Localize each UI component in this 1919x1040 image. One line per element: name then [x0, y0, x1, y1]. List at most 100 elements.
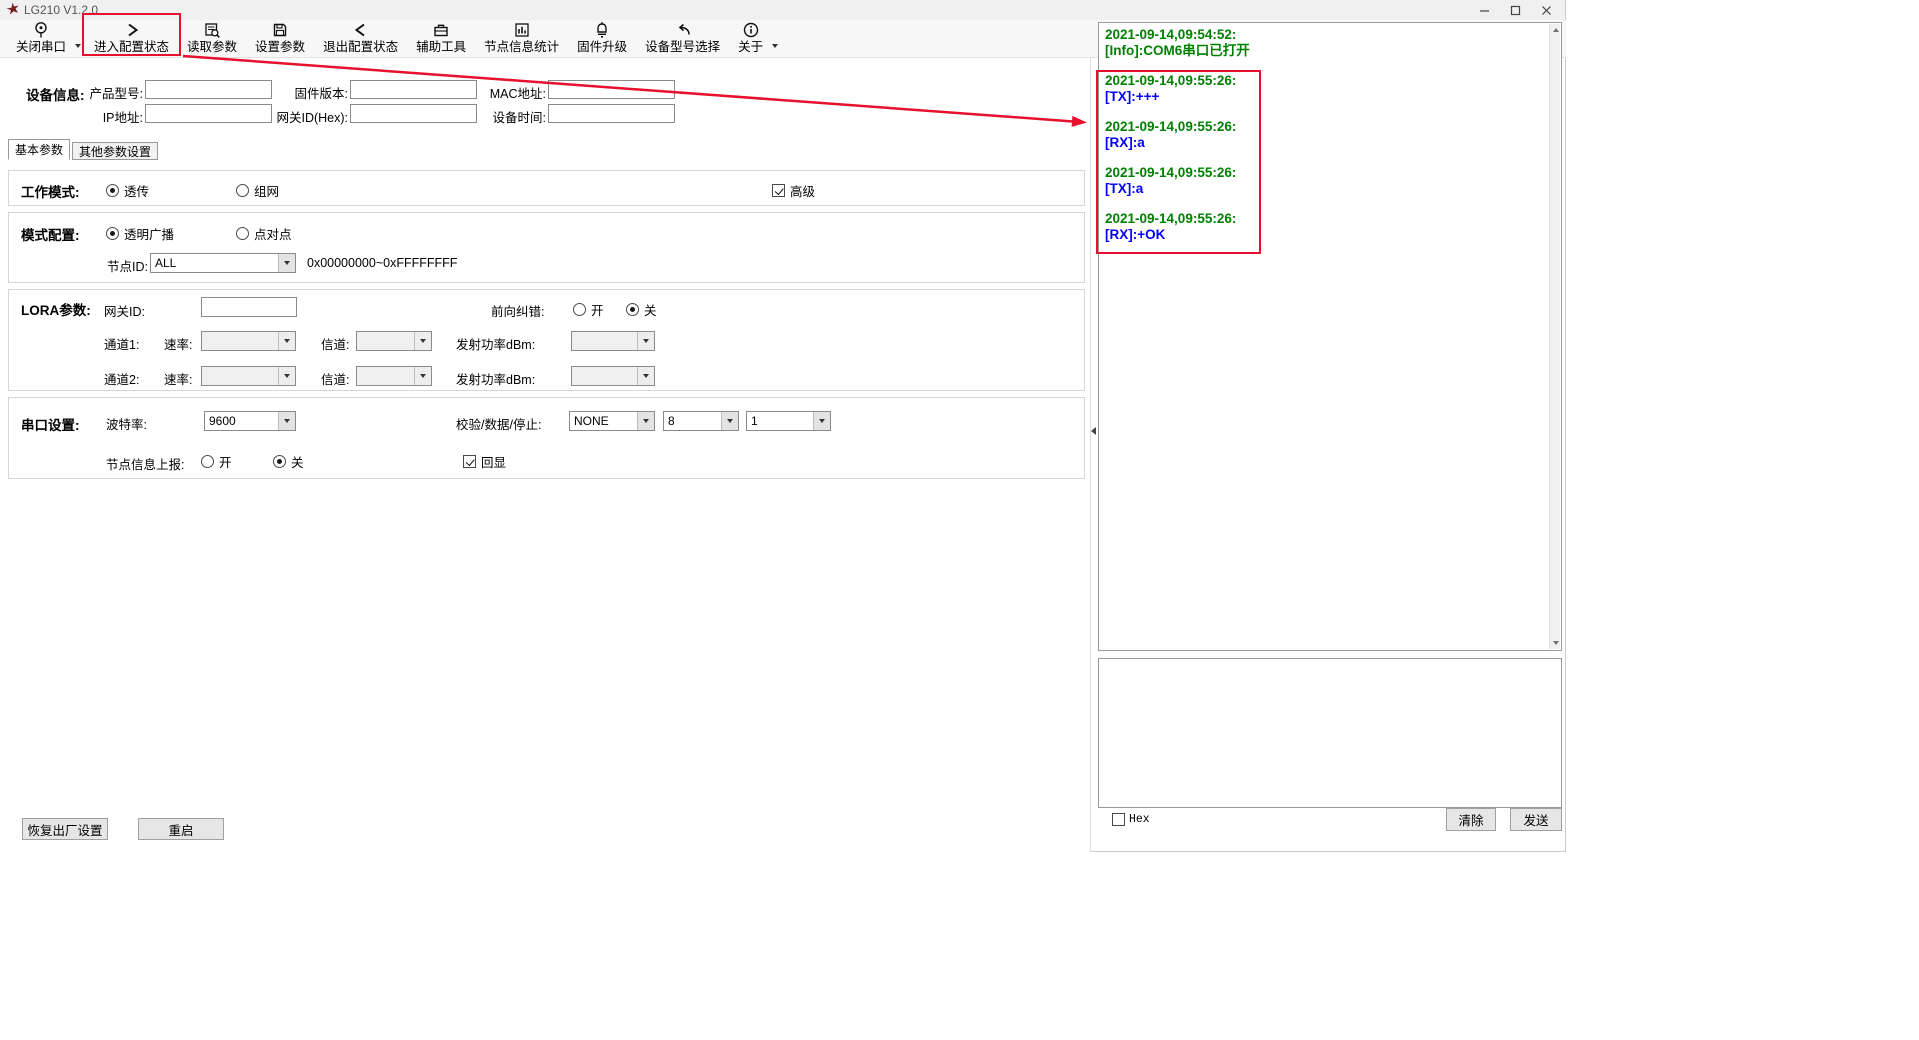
log-lines: 2021-09-14,09:54:52: [Info]:COM6串口已打开 20… [1105, 27, 1545, 257]
checkbox-echo[interactable]: 回显 [463, 452, 506, 471]
chevron-down-icon [637, 367, 654, 385]
toolbar-label: 固件升级 [577, 41, 627, 54]
channel2-chan-select[interactable] [356, 366, 432, 386]
clear-button[interactable]: 清除 [1446, 808, 1496, 831]
chevron-down-icon [278, 367, 295, 385]
toolbar-button-enter-config[interactable]: 进入配置状态 [85, 20, 178, 57]
close-button[interactable] [1531, 0, 1562, 20]
checkbox-advanced[interactable]: 高级 [772, 181, 815, 200]
collapse-arrow-icon [1091, 427, 1096, 435]
save-icon [271, 21, 289, 39]
app-window: LG210 V1.2.0 关闭串口 [0, 0, 1566, 852]
log-entry: 2021-09-14,09:55:26: [TX]:a [1105, 165, 1545, 197]
scroll-down-icon[interactable] [1550, 637, 1561, 649]
checkbox-icon [1112, 813, 1125, 826]
chevron-down-icon [637, 332, 654, 350]
toolbox-icon [432, 21, 450, 39]
info-icon [742, 21, 760, 39]
minimize-button[interactable] [1469, 0, 1500, 20]
log-scrollbar[interactable] [1549, 24, 1560, 649]
config-panel: 设备信息: 产品型号: 固件版本: MAC地址: IP地址: 网关ID(Hex)… [0, 58, 1091, 852]
firmware-version-input[interactable] [350, 80, 477, 99]
checkbox-hex[interactable]: Hex [1112, 813, 1150, 826]
lora-gateway-id-input[interactable] [201, 297, 297, 317]
channel1-label: 通道1: [104, 334, 139, 353]
toolbar-button-close-serial[interactable]: 关闭串口 [7, 20, 75, 57]
toolbar-button-exit-config[interactable]: 退出配置状态 [314, 20, 407, 57]
send-input[interactable] [1098, 658, 1562, 808]
log-output[interactable]: 2021-09-14,09:54:52: [Info]:COM6串口已打开 20… [1098, 22, 1562, 651]
radio-label: 点对点 [254, 224, 292, 243]
toolbar-button-device-model[interactable]: 设备型号选择 [636, 20, 729, 57]
toolbar-button-about[interactable]: 关于 [729, 20, 772, 57]
chevron-down-icon [278, 412, 295, 430]
tab-basic-params[interactable]: 基本参数 [8, 139, 70, 160]
factory-reset-button[interactable]: 恢复出厂设置 [22, 818, 108, 840]
title-bar: LG210 V1.2.0 [0, 0, 1565, 20]
product-model-input[interactable] [145, 80, 272, 99]
chevron-down-icon [278, 254, 295, 272]
chevron-down-icon [278, 332, 295, 350]
toolbar-label: 读取参数 [187, 41, 237, 54]
node-id-select[interactable]: ALL [150, 253, 296, 273]
checkbox-icon [772, 184, 785, 197]
panel-collapse-handle[interactable] [1089, 420, 1097, 442]
serial-port-icon [32, 21, 50, 39]
restart-button[interactable]: 重启 [138, 818, 224, 840]
radio-networking-mode[interactable]: 组网 [236, 181, 279, 200]
about-dropdown-caret-icon[interactable] [772, 20, 782, 57]
send-button[interactable]: 发送 [1510, 808, 1562, 831]
toolbar-button-firmware-upgrade[interactable]: 固件升级 [568, 20, 636, 57]
node-id-label: 节点ID: [106, 256, 148, 275]
work-mode-title: 工作模式: [21, 181, 80, 201]
radio-label: 组网 [254, 181, 279, 200]
radio-transparent-broadcast[interactable]: 透明广播 [106, 224, 174, 243]
radio-node-report-off[interactable]: 关 [273, 452, 304, 471]
stop-bits-select[interactable]: 1 [746, 411, 831, 431]
toolbar-button-read-params[interactable]: 读取参数 [178, 20, 246, 57]
gateway-id-hex-input[interactable] [350, 104, 477, 123]
toolbar-button-set-params[interactable]: 设置参数 [246, 20, 314, 57]
chevron-down-icon [813, 412, 830, 430]
radio-label: 关 [644, 300, 657, 319]
radio-label: 透明广播 [124, 224, 174, 243]
mode-config-group: 模式配置: 透明广播 点对点 节点ID: ALL 0x00000000~0xFF… [8, 212, 1085, 283]
radio-dot-icon [626, 303, 639, 316]
radio-fec-off[interactable]: 关 [626, 300, 657, 319]
baud-rate-select[interactable]: 9600 [204, 411, 296, 431]
radio-point-to-point[interactable]: 点对点 [236, 224, 292, 243]
toolbar-button-aux-tools[interactable]: 辅助工具 [407, 20, 475, 57]
radio-label: 关 [291, 452, 304, 471]
lora-params-title: LORA参数: [21, 299, 91, 319]
channel2-rate-select[interactable] [201, 366, 296, 386]
channel2-power-select[interactable] [571, 366, 655, 386]
radio-dot-icon [236, 184, 249, 197]
data-bits-select[interactable]: 8 [663, 411, 739, 431]
close-serial-dropdown-caret-icon[interactable] [75, 20, 85, 57]
toolbar-label: 关于 [738, 41, 763, 54]
chevron-down-icon [721, 412, 738, 430]
toolbar-label: 设备型号选择 [645, 41, 720, 54]
radio-label: 开 [219, 452, 232, 471]
ip-address-input[interactable] [145, 104, 272, 123]
channel1-chan-select[interactable] [356, 331, 432, 351]
read-params-icon [203, 21, 221, 39]
maximize-button[interactable] [1500, 0, 1531, 20]
tab-other-params[interactable]: 其他参数设置 [72, 142, 158, 160]
channel1-rate-select[interactable] [201, 331, 296, 351]
radio-transparent-mode[interactable]: 透传 [106, 181, 149, 200]
hex-label: Hex [1129, 813, 1150, 826]
radio-dot-icon [106, 227, 119, 240]
channel1-power-select[interactable] [571, 331, 655, 351]
scroll-up-icon[interactable] [1550, 24, 1561, 36]
baud-rate-label: 波特率: [106, 414, 147, 433]
toolbar-button-node-stats[interactable]: 节点信息统计 [475, 20, 568, 57]
mac-address-input[interactable] [548, 80, 675, 99]
device-time-input[interactable] [548, 104, 675, 123]
radio-fec-on[interactable]: 开 [573, 300, 604, 319]
parity-select[interactable]: NONE [569, 411, 655, 431]
channel1-power-label: 发射功率dBm: [456, 334, 535, 353]
toolbar-label: 关闭串口 [16, 41, 66, 54]
radio-node-report-on[interactable]: 开 [201, 452, 232, 471]
log-panel: 2021-09-14,09:54:52: [Info]:COM6串口已打开 20… [1098, 22, 1562, 852]
